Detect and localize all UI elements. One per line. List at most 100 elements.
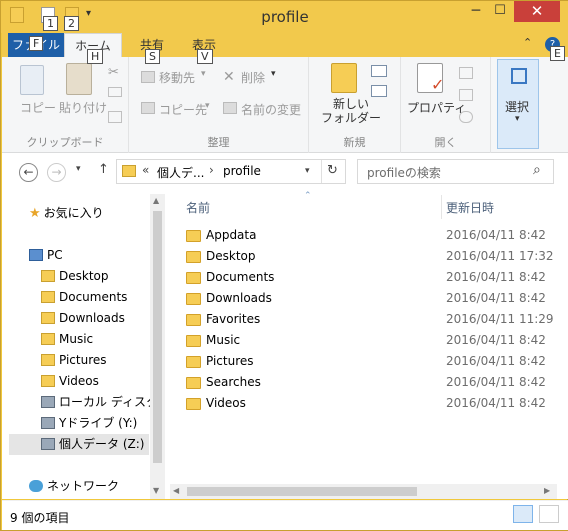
nav-item-label: Videos (59, 374, 99, 388)
search-icon[interactable]: ⌕ (533, 162, 541, 178)
ribbon-collapse-icon[interactable]: ⌃ (523, 36, 532, 49)
back-button[interactable]: ← (19, 163, 38, 182)
file-date: 2016/04/11 17:32 (446, 249, 554, 263)
refresh-icon[interactable]: ↻ (327, 163, 338, 178)
file-date: 2016/04/11 11:29 (446, 312, 554, 326)
new-folder-icon (331, 63, 357, 93)
pictures-folder-icon (41, 354, 55, 366)
file-row[interactable]: Downloads 2016/04/11 8:42 (186, 288, 556, 309)
file-date: 2016/04/11 8:42 (446, 228, 546, 242)
nav-item-label: Downloads (59, 311, 125, 325)
paste-shortcut-icon[interactable] (108, 111, 122, 123)
details-view-button[interactable] (513, 505, 533, 523)
scroll-left-icon[interactable]: ◀ (173, 486, 179, 495)
file-list: ⌃ 名前 更新日時 Appdata 2016/04/11 8:42 Desktop 2… (166, 191, 561, 498)
copy-button[interactable]: コピー (20, 99, 56, 116)
navigation-pane: ★ お気に入り PC Desktop Documents Downloads Mu… (9, 193, 164, 499)
nav-item-desktop[interactable]: Desktop (41, 266, 109, 287)
address-bar[interactable]: « 個人デ... › profile ▾ ↻ (116, 159, 346, 184)
delete-dropdown-icon[interactable]: ▾ (271, 69, 276, 79)
recent-locations-icon[interactable]: ▾ (76, 164, 81, 174)
select-group: 選択 ▾ (491, 57, 568, 153)
file-date: 2016/04/11 8:42 (446, 291, 546, 305)
new-group: 新しい フォルダー 新規 (309, 57, 401, 153)
file-row[interactable]: Music 2016/04/11 8:42 (186, 330, 556, 351)
forward-button[interactable]: → (47, 163, 66, 182)
new-folder-button[interactable]: 新しい フォルダー (321, 97, 381, 125)
address-dropdown-icon[interactable]: ▾ (305, 166, 310, 176)
breadcrumb-overflow[interactable]: « (142, 163, 149, 177)
file-row[interactable]: Favorites 2016/04/11 11:29 (186, 309, 556, 330)
file-row[interactable]: Pictures 2016/04/11 8:42 (186, 351, 556, 372)
nav-item-personal-data-z[interactable]: 個人データ (Z:) (9, 434, 149, 455)
minimize-button[interactable]: ─ (465, 3, 487, 21)
close-button[interactable]: ✕ (514, 1, 560, 22)
file-name: Music (206, 333, 241, 347)
network-icon (29, 480, 43, 492)
copy-path-icon[interactable] (108, 87, 122, 97)
file-row[interactable]: Appdata 2016/04/11 8:42 (186, 225, 556, 246)
paste-button[interactable]: 貼り付け (59, 99, 107, 116)
scroll-right-icon[interactable]: ▶ (544, 486, 550, 495)
new-item-icon[interactable] (371, 65, 387, 77)
column-header-name[interactable]: 名前 (186, 199, 210, 216)
videos-folder-icon (41, 375, 55, 387)
move-to-dropdown-icon[interactable]: ▾ (201, 69, 206, 79)
nav-favorites[interactable]: ★ お気に入り (29, 203, 104, 224)
nav-item-documents[interactable]: Documents (41, 287, 127, 308)
nav-item-downloads[interactable]: Downloads (41, 308, 125, 329)
nav-item-local-disk-c[interactable]: ローカル ディスク (C (41, 392, 151, 413)
folder-icon (186, 377, 201, 389)
properties-button[interactable]: プロパティ (407, 99, 466, 116)
nav-network[interactable]: ネットワーク (29, 476, 119, 497)
file-row[interactable]: Desktop 2016/04/11 17:32 (186, 246, 556, 267)
clipboard-group-label: クリップボード (26, 136, 104, 149)
keytip-1: 1 (43, 16, 58, 31)
maximize-button[interactable]: ☐ (489, 3, 511, 21)
file-row[interactable]: Searches 2016/04/11 8:42 (186, 372, 556, 393)
scroll-up-icon[interactable]: ▲ (153, 196, 159, 205)
rename-button[interactable]: 名前の変更 (241, 101, 301, 118)
folder-icon (186, 335, 201, 347)
breadcrumb-separator[interactable]: › (209, 163, 214, 177)
folder-icon (186, 314, 201, 326)
move-to-button[interactable]: 移動先 (159, 69, 195, 86)
search-box[interactable]: profileの検索 ⌕ (357, 159, 554, 184)
copy-to-button[interactable]: コピー先 (159, 101, 207, 118)
open-icon[interactable] (459, 67, 473, 79)
nav-item-pictures[interactable]: Pictures (41, 350, 107, 371)
keytip-share: S (145, 49, 160, 64)
drive-icon (41, 396, 55, 408)
nav-pc[interactable]: PC (29, 245, 63, 266)
horizontal-scroll-thumb[interactable] (187, 487, 417, 496)
nav-item-label: Documents (59, 290, 128, 304)
network-drive-icon (41, 438, 55, 450)
copy-to-dropdown-icon[interactable]: ▾ (205, 101, 210, 111)
easy-access-icon[interactable] (371, 85, 387, 97)
nav-item-videos[interactable]: Videos (41, 371, 99, 392)
up-button[interactable]: ↑ (98, 162, 109, 177)
file-row[interactable]: Videos 2016/04/11 8:42 (186, 393, 556, 414)
nav-scroll-thumb[interactable] (153, 211, 162, 463)
column-divider[interactable] (441, 195, 442, 219)
folder-icon (122, 165, 136, 177)
select-button[interactable]: 選択 ▾ (497, 59, 539, 149)
column-header-date[interactable]: 更新日時 (446, 199, 494, 216)
search-input[interactable]: profileの検索 (367, 164, 441, 181)
file-date: 2016/04/11 8:42 (446, 333, 546, 347)
delete-button[interactable]: 削除 (241, 69, 265, 86)
breadcrumb-profile[interactable]: profile (223, 164, 261, 178)
cut-icon[interactable]: ✂ (108, 65, 119, 80)
nav-item-y-drive[interactable]: Yドライブ (Y:) (41, 413, 137, 434)
breadcrumb-personal-data[interactable]: 個人デ... (157, 164, 204, 181)
nav-item-music[interactable]: Music (41, 329, 93, 350)
edit-icon[interactable] (459, 89, 473, 101)
large-icons-view-button[interactable] (539, 505, 559, 523)
file-row[interactable]: Documents 2016/04/11 8:42 (186, 267, 556, 288)
checkmark-icon: ✓ (431, 75, 445, 94)
scroll-down-icon[interactable]: ▼ (153, 486, 159, 495)
file-name: Downloads (206, 291, 272, 305)
keytip-file: F (29, 36, 44, 51)
sort-indicator-icon: ⌃ (304, 191, 312, 201)
history-icon[interactable] (459, 111, 473, 123)
